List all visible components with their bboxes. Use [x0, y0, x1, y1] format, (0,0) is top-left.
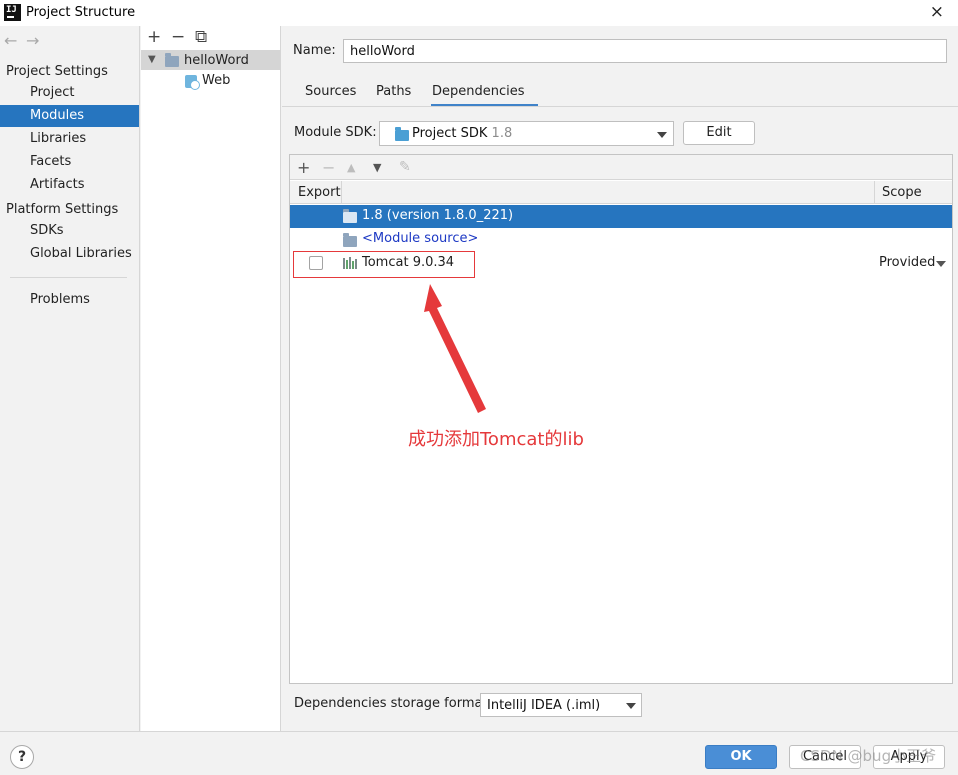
- storage-format-select[interactable]: IntelliJ IDEA (.iml): [480, 693, 642, 717]
- chevron-down-icon[interactable]: ▼: [148, 54, 156, 65]
- storage-format-value: IntelliJ IDEA (.iml): [487, 698, 601, 713]
- intellij-logo-icon: IJ: [4, 4, 21, 21]
- copy-module-icon[interactable]: ⧉: [195, 27, 219, 47]
- annotation-arrow-shape: [424, 284, 486, 413]
- remove-module-icon[interactable]: −: [171, 27, 195, 47]
- tab-dependencies[interactable]: Dependencies: [432, 84, 525, 99]
- edit-sdk-button[interactable]: Edit: [683, 121, 755, 145]
- settings-nav: ← → Project Settings Project Modules Libr…: [0, 26, 140, 731]
- module-tree: + − ⧉ ▼ helloWord Web: [141, 26, 281, 731]
- web-facet-icon: [185, 75, 200, 90]
- nav-item-global-libraries[interactable]: Global Libraries: [0, 243, 139, 265]
- title-bar: IJ Project Structure ×: [0, 0, 958, 26]
- chevron-down-icon: [657, 132, 667, 138]
- apply-button[interactable]: Apply: [873, 745, 945, 769]
- platform-settings-heading: Platform Settings: [6, 202, 119, 217]
- annotation-arrow: [424, 284, 486, 413]
- annotation-text: 成功添加Tomcat的lib: [408, 429, 584, 450]
- nav-item-project[interactable]: Project: [0, 82, 139, 104]
- chevron-down-icon: [626, 703, 636, 709]
- module-name-input[interactable]: [343, 39, 947, 63]
- nav-item-sdks[interactable]: SDKs: [0, 220, 139, 242]
- storage-format-label: Dependencies storage format:: [294, 696, 492, 711]
- cancel-button[interactable]: Cancel: [789, 745, 861, 769]
- nav-item-facets[interactable]: Facets: [0, 151, 139, 173]
- nav-item-problems[interactable]: Problems: [0, 289, 139, 311]
- nav-item-libraries[interactable]: Libraries: [0, 128, 139, 150]
- sdk-value: Project SDK: [412, 126, 488, 141]
- module-sdk-select[interactable]: Project SDK 1.8: [379, 121, 674, 146]
- nav-item-artifacts[interactable]: Artifacts: [0, 174, 139, 196]
- help-icon[interactable]: ?: [10, 745, 34, 769]
- tab-paths[interactable]: Paths: [376, 84, 411, 99]
- module-folder-icon: [165, 53, 179, 67]
- nav-divider: [10, 277, 127, 278]
- nav-item-modules[interactable]: Modules: [0, 105, 139, 127]
- name-label: Name:: [293, 43, 336, 58]
- module-details: Name: Sources Paths Dependencies Module …: [282, 26, 958, 731]
- window-title: Project Structure: [26, 5, 136, 20]
- tree-facet-label[interactable]: Web: [202, 73, 230, 88]
- sdk-folder-icon: [395, 127, 409, 141]
- dialog-footer: ? OK Cancel Apply CSDN @bug小王爷: [0, 731, 958, 775]
- nav-arrows: ← →: [4, 31, 48, 50]
- forward-arrow-icon[interactable]: →: [26, 31, 48, 50]
- add-module-icon[interactable]: +: [147, 27, 171, 47]
- tree-module-label[interactable]: helloWord: [184, 53, 249, 68]
- sdk-version: 1.8: [491, 126, 513, 141]
- ok-button[interactable]: OK: [705, 745, 777, 769]
- tab-sources[interactable]: Sources: [305, 84, 356, 99]
- tabs-divider: [282, 106, 958, 107]
- project-settings-heading: Project Settings: [6, 64, 108, 79]
- close-icon[interactable]: ×: [930, 2, 944, 22]
- module-sdk-label: Module SDK:: [294, 125, 377, 140]
- dependencies-table: + − ▲ ▼ ✎ Export Scope 1.8 (version 1.8.…: [289, 154, 953, 684]
- back-arrow-icon[interactable]: ←: [4, 31, 26, 50]
- tree-toolbar: + − ⧉: [147, 27, 219, 47]
